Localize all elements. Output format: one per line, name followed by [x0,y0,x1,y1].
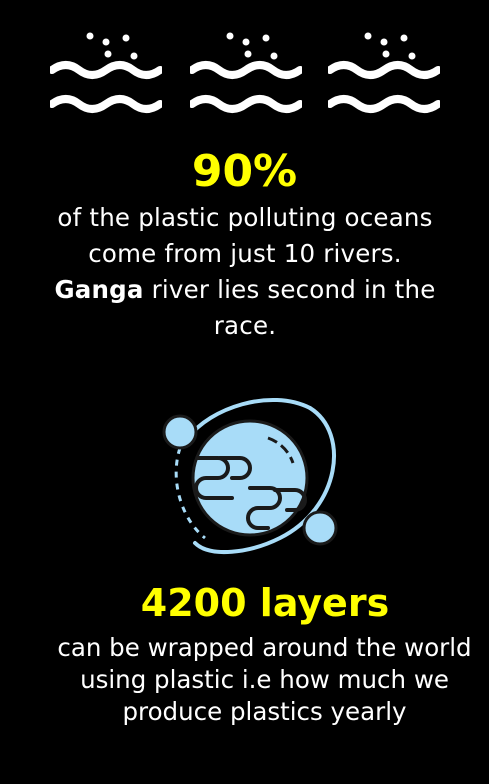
fact1-text: of the plastic polluting oceans come fro… [40,200,450,344]
waves-icon [50,32,162,113]
stat-layers-value: 4200 layers [140,581,390,625]
planet-orbit-icon [162,398,338,555]
stat-layers: 4200 layers [0,580,489,626]
fact1-text-after: river lies second in the race. [143,275,436,340]
waves-icon [328,32,440,113]
fact1-text-before: of the plastic polluting oceans come fro… [57,203,433,268]
stat-percentage-value: 90% [191,146,298,197]
fact1-highlight: Ganga [54,275,144,304]
waves-icon [190,32,302,113]
waves-icon-row [0,28,489,118]
stat-percentage: 90% [0,146,489,198]
fact2-text: can be wrapped around the world using pl… [57,633,472,726]
